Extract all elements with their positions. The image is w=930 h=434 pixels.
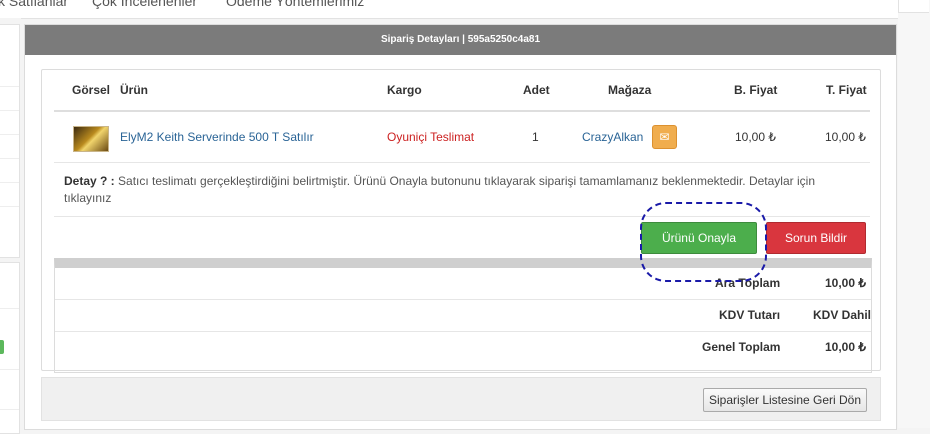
divider (0, 409, 19, 410)
detail-text: Satıcı teslimatı gerçekleştirdiğini beli… (64, 174, 815, 205)
store-link[interactable]: CrazyAlkan (582, 112, 643, 162)
table-row: ElyM2 Keith Serverinde 500 T Satılır Oyu… (54, 112, 870, 163)
col-quantity: Adet (523, 83, 550, 97)
table-row: KDV Tutarı KDV Dahil (55, 300, 871, 332)
right-sidebar-box (898, 0, 929, 13)
divider (0, 369, 19, 370)
panel-title: Sipariş Detayları | 595a5250c4a81 (25, 25, 896, 55)
divider (0, 182, 19, 183)
col-shipping: Kargo (387, 83, 422, 97)
col-image: Görsel (72, 83, 111, 97)
panel-footer: Siparişler Listesine Geri Dön (41, 377, 881, 421)
col-total-price: T. Fiyat (826, 83, 867, 97)
divider (0, 86, 19, 87)
vat-label: KDV Tutarı (719, 308, 781, 322)
divider (0, 206, 19, 207)
nav-item-most-viewed[interactable]: Çok İncelenenler (92, 0, 197, 9)
detail-label: Detay ? : (64, 174, 115, 188)
col-unit-price: B. Fiyat (734, 83, 778, 97)
message-seller-button[interactable]: ✉ (652, 125, 677, 149)
total-price-value: 10,00 ₺ (825, 130, 866, 144)
divider (0, 308, 19, 309)
status-badge (0, 340, 4, 354)
table-row: Genel Toplam 10,00 ₺ (55, 332, 871, 363)
table-header: Görsel Ürün Kargo Adet Mağaza B. Fiyat T… (54, 70, 870, 112)
vat-value: KDV Dahil (813, 308, 872, 322)
envelope-icon: ✉ (659, 130, 670, 144)
product-link[interactable]: ElyM2 Keith Serverinde 500 T Satılır (120, 112, 314, 162)
col-product: Ürün (120, 83, 148, 97)
product-thumbnail[interactable] (73, 126, 109, 152)
top-nav: k Satılanlar Çok İncelenenler Ödeme Yönt… (0, 0, 930, 19)
quantity-value: 1 (532, 130, 539, 144)
left-sidebar-box (0, 24, 20, 258)
col-store: Mağaza (608, 83, 652, 97)
divider (0, 158, 19, 159)
highlight-circle (640, 202, 767, 282)
right-sidebar (898, 0, 930, 428)
divider (0, 110, 19, 111)
nav-item-top-sellers[interactable]: k Satılanlar (0, 0, 68, 9)
grand-total-value: 10,00 ₺ (825, 340, 866, 354)
report-problem-button[interactable]: Sorun Bildir (766, 222, 866, 254)
subtotal-value: 10,00 ₺ (825, 276, 866, 290)
back-to-orders-button[interactable]: Siparişler Listesine Geri Dön (703, 388, 867, 412)
shipping-type: Oyuniçi Teslimat (387, 130, 475, 144)
nav-item-payment-methods[interactable]: Ödeme Yöntemlerimiz (226, 0, 364, 9)
divider (0, 134, 19, 135)
grand-total-label: Genel Toplam (702, 340, 781, 354)
unit-price-value: 10,00 ₺ (735, 130, 776, 144)
